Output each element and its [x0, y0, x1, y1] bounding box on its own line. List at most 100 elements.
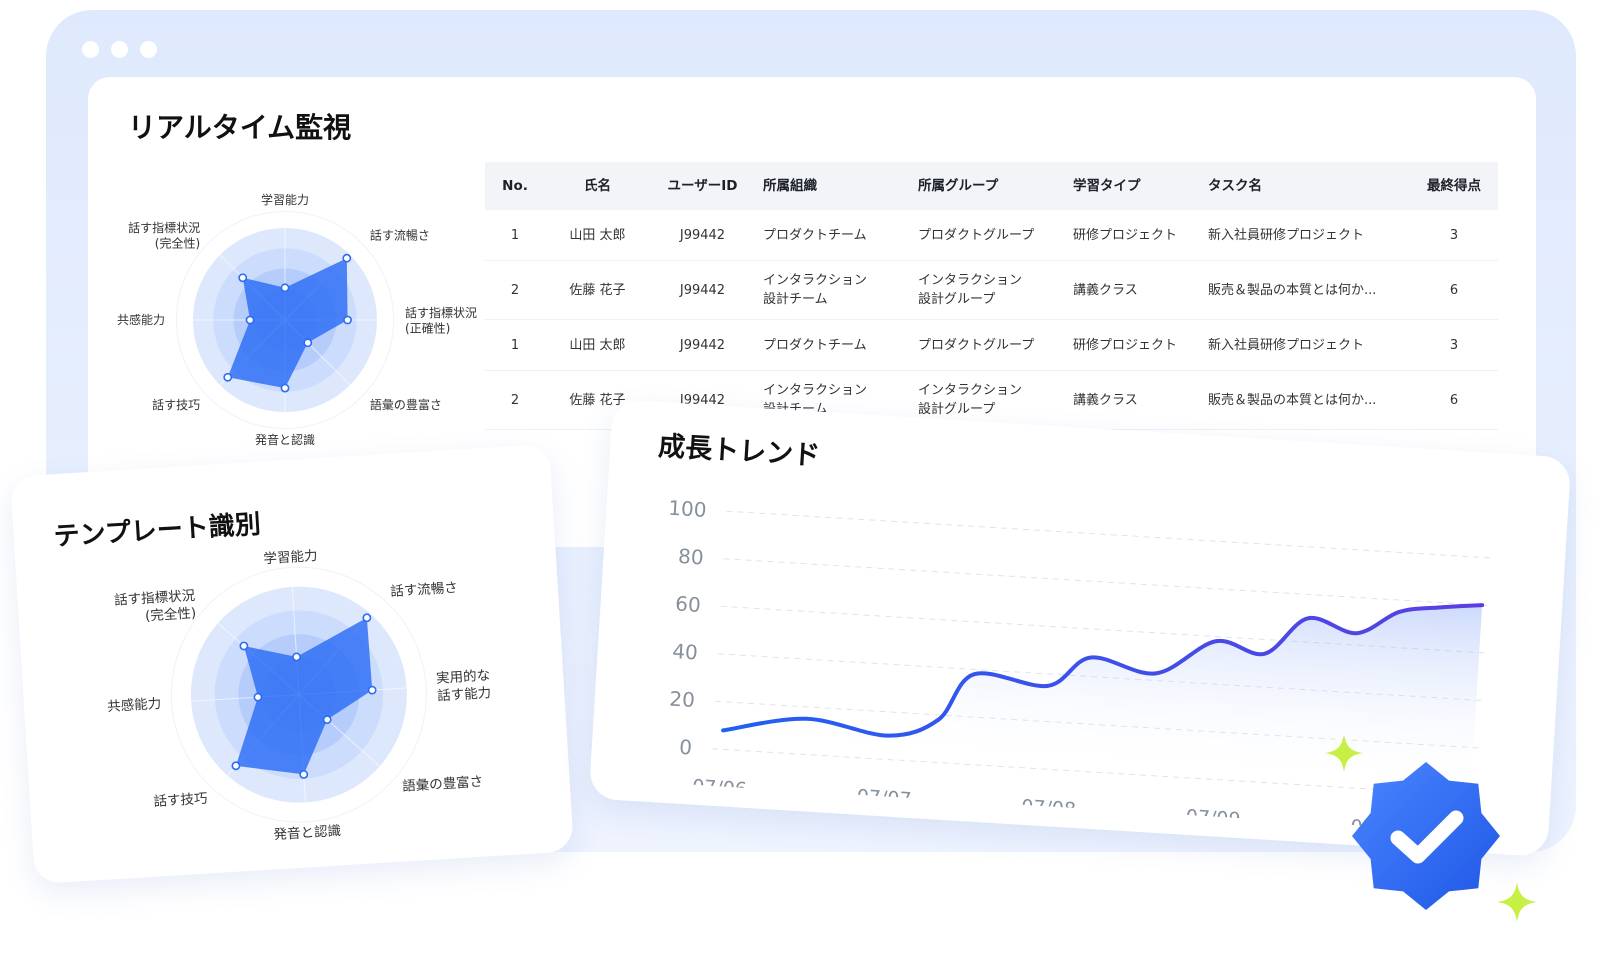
radar-axis-label: 話す指標状況(完全性) — [128, 220, 200, 251]
radar-axis-label-line: 学習能力 — [263, 548, 318, 567]
radar-point — [245, 315, 255, 325]
table-row[interactable]: 2 佐藤 花子 J99442 インタラクション 設計チーム インタラクション 設… — [485, 261, 1498, 320]
header-group[interactable]: 所属グループ — [910, 177, 1065, 196]
radar-axis-label-line: 話す流暢さ — [390, 579, 458, 600]
cell-group: プロダクトグループ — [918, 227, 1035, 243]
radar-axis-label-line: (完全性) — [155, 236, 200, 251]
radar-axis-label: 共感能力 — [107, 695, 162, 715]
radar-point — [367, 685, 377, 695]
table-row[interactable]: 1 山田 太郎 J99442 プロダクトチーム プロダクトグループ 研修プロジェ… — [485, 320, 1498, 371]
sparkle-icon — [1325, 734, 1363, 772]
radar-point — [362, 613, 372, 623]
radar-point — [253, 692, 263, 702]
radar-axis-label-line: 学習能力 — [261, 192, 309, 207]
cell-score: 3 — [1449, 337, 1459, 353]
radar-axis-label: 発音と認識 — [273, 822, 341, 843]
radar-axis-label: 学習能力 — [263, 548, 318, 567]
radar-axis-label: 話す指標状況(正確性) — [405, 305, 477, 336]
radar-axis-label: 発音と認識 — [255, 432, 315, 447]
window-controls — [82, 41, 157, 58]
x-tick-label: 07/06 — [692, 776, 748, 801]
header-name[interactable]: 氏名 — [545, 177, 650, 196]
cell-group: インタラクション 設計グループ — [918, 273, 1023, 307]
cell-type: 研修プロジェクト — [1073, 337, 1178, 353]
header-org[interactable]: 所属組織 — [755, 177, 910, 196]
radar-axis-label-line: 実用的な — [436, 668, 491, 687]
radar-point — [322, 715, 332, 725]
cell-org: プロダクトチーム — [763, 227, 867, 243]
cell-user-id: J99442 — [679, 337, 726, 353]
cell-org: プロダクトチーム — [763, 337, 867, 353]
radar-axis-label-line: 話す技巧 — [153, 790, 208, 810]
y-tick-label: 100 — [668, 496, 708, 522]
header-no[interactable]: No. — [485, 177, 545, 196]
radar-axis-label: 語彙の豊富さ — [402, 773, 484, 795]
template-card: テンプレート識別 学習能力 話す流暢さ 実用的な話す能力 語彙の豊富さ 発音と認識 話す技… — [10, 443, 574, 885]
header-score[interactable]: 最終得点 — [1410, 177, 1498, 196]
radar-axis-label: 話す指標状況(完全性) — [114, 587, 197, 626]
radar-axis-label-line: 話す能力 — [437, 684, 492, 704]
cell-no: 2 — [510, 282, 520, 298]
cell-type: 講義クラス — [1073, 282, 1138, 298]
cell-task: 販売＆製品の本質とは何か... — [1208, 392, 1377, 408]
radar-point — [303, 338, 313, 348]
radar-point — [231, 761, 241, 771]
header-task[interactable]: タスク名 — [1200, 177, 1410, 196]
radar-axis-label-line: 語彙の豊富さ — [402, 773, 484, 795]
radar-axis-label-line: 発音と認識 — [273, 822, 341, 843]
radar-axis-label-line: (完全性) — [145, 604, 197, 624]
radar-axis-label-line: 話す指標状況 — [405, 305, 477, 320]
radar-axis-label-line: 発音と認識 — [255, 432, 315, 447]
cell-user-id: J99442 — [679, 227, 726, 243]
realtime-radar-chart: 学習能力話す流暢さ話す指標状況(正確性)語彙の豊富さ発音と認識話す技巧共感能力話… — [117, 192, 477, 447]
cell-user-id: J99442 — [679, 282, 726, 298]
cell-org: インタラクション 設計チーム — [763, 273, 868, 307]
radar-point — [223, 372, 233, 382]
sparkle-icon — [1497, 882, 1537, 922]
cell-type: 研修プロジェクト — [1073, 227, 1178, 243]
radar-axis-label-line: 共感能力 — [117, 312, 165, 327]
cell-group: プロダクトグループ — [918, 337, 1035, 353]
radar-axis-label-line: 話す指標状況 — [128, 220, 200, 235]
realtime-title: リアルタイム監視 — [128, 111, 352, 144]
cell-no: 1 — [510, 337, 520, 353]
header-type[interactable]: 学習タイプ — [1065, 177, 1200, 196]
cell-name: 佐藤 花子 — [569, 282, 626, 298]
template-radar-chart: 学習能力話す流暢さ実用的な話す能力語彙の豊富さ発音と認識 話す技巧 共感能力 話す指標… — [107, 548, 492, 843]
cell-task: 新入社員研修プロジェクト — [1208, 337, 1365, 353]
radar-axis-label: 話す流暢さ — [370, 227, 430, 242]
radar-axis-label-line: 話す技巧 — [152, 397, 200, 412]
y-tick-label: 20 — [669, 686, 696, 712]
radar-axis-label: 語彙の豊富さ — [370, 397, 442, 412]
y-tick-label: 80 — [677, 544, 704, 570]
radar-axis-label: 学習能力 — [261, 192, 309, 207]
radar-axis-label: 話す技巧 — [153, 790, 208, 810]
x-tick-label: 07/08 — [1021, 796, 1077, 821]
table-row[interactable]: 1 山田 太郎 J99442 プロダクトチーム プロダクトグループ 研修プロジェ… — [485, 210, 1498, 261]
window-dot-icon[interactable] — [82, 41, 99, 58]
window-dot-icon[interactable] — [140, 41, 157, 58]
check-badge-icon — [1352, 762, 1500, 910]
radar-point — [280, 283, 290, 293]
x-tick-label: 07/09 — [1185, 806, 1241, 831]
y-tick-label: 40 — [672, 639, 699, 665]
cell-task: 販売＆製品の本質とは何か... — [1208, 282, 1377, 298]
radar-point — [280, 383, 290, 393]
cell-task: 新入社員研修プロジェクト — [1208, 227, 1365, 243]
window-dot-icon[interactable] — [111, 41, 128, 58]
radar-point — [342, 253, 352, 263]
cell-score: 6 — [1449, 282, 1459, 298]
radar-axis-label-line: 話す流暢さ — [370, 227, 430, 242]
y-tick-label: 60 — [675, 591, 702, 617]
cell-no: 2 — [510, 392, 520, 408]
radar-axis-label-line: 共感能力 — [107, 695, 162, 715]
cell-score: 3 — [1449, 227, 1459, 243]
y-tick-label: 0 — [679, 735, 693, 760]
grid-line — [726, 510, 1496, 559]
radar-axis-label: 話す技巧 — [152, 397, 200, 412]
header-user-id[interactable]: ユーザーID — [650, 177, 755, 196]
table-header: No. 氏名 ユーザーID 所属組織 所属グループ 学習タイプ タスク名 最終得… — [485, 162, 1498, 210]
radar-axis-label-line: 語彙の豊富さ — [370, 397, 442, 412]
radar-point — [299, 770, 309, 779]
radar-axis-label-line: (正確性) — [405, 321, 450, 336]
